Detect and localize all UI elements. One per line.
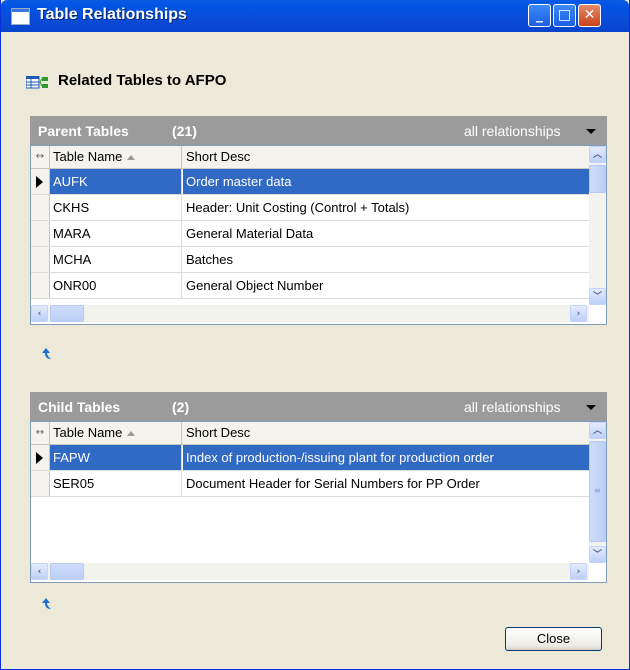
row-selector xyxy=(31,273,50,298)
table-relation-icon xyxy=(26,76,48,89)
scroll-down-button[interactable]: ﹀ xyxy=(589,288,606,305)
scroll-right-button[interactable]: › xyxy=(570,305,587,322)
chevron-left-icon: ‹ xyxy=(37,567,42,577)
chevron-down-icon: ﹀ xyxy=(593,292,603,302)
navigate-up-icon[interactable] xyxy=(38,597,54,611)
cell-table-name: CKHS xyxy=(50,195,182,220)
column-header-short-desc[interactable]: Short Desc xyxy=(183,146,589,168)
scroll-thumb[interactable]: ≡ xyxy=(589,441,606,542)
chevron-left-icon: ‹ xyxy=(37,309,42,319)
cell-short-desc: Order master data xyxy=(183,169,589,194)
parent-relationship-filter[interactable]: all relationships xyxy=(464,123,561,139)
cell-table-name: MARA xyxy=(50,221,182,246)
child-tables-grid: ↔ Table Name Short Desc FAPW Index of pr… xyxy=(30,421,607,583)
resize-columns-icon[interactable]: ↔ xyxy=(31,146,50,168)
child-panel-count: (2) xyxy=(172,399,190,415)
parent-panel-header: Parent Tables (21) all relationships xyxy=(30,116,607,145)
parent-tables-grid: ↔ Table Name Short Desc AUFK Order maste… xyxy=(30,145,607,325)
row-selector xyxy=(31,247,50,272)
row-selector xyxy=(31,195,50,220)
scroll-thumb[interactable] xyxy=(50,305,84,322)
row-selector xyxy=(31,169,50,194)
window-icon xyxy=(11,8,30,25)
column-header-short-desc[interactable]: Short Desc xyxy=(183,422,589,444)
cell-short-desc: Batches xyxy=(186,252,233,267)
cell-table-name: MCHA xyxy=(50,247,182,272)
grip-icon: ≡ xyxy=(594,486,601,495)
column-header-table-name[interactable]: Table Name xyxy=(50,422,182,444)
sort-ascending-icon xyxy=(127,155,136,161)
resize-columns-icon[interactable]: ↔ xyxy=(31,422,50,444)
scroll-thumb[interactable] xyxy=(589,165,606,193)
column-header-table-name[interactable]: Table Name xyxy=(50,146,182,168)
chevron-down-icon[interactable] xyxy=(586,405,596,410)
parent-horizontal-scrollbar[interactable]: ‹ › xyxy=(31,305,589,322)
scroll-down-button[interactable]: ﹀ xyxy=(589,546,606,563)
row-selector xyxy=(31,445,50,470)
scroll-left-button[interactable]: ‹ xyxy=(31,305,48,322)
cell-table-name: SER05 xyxy=(50,471,182,496)
cell-short-desc: Index of production-/issuing plant for p… xyxy=(183,445,589,470)
cell-short-desc: Header: Unit Costing (Control + Totals) xyxy=(186,200,410,215)
table-row[interactable]: CKHS Header: Unit Costing (Control + Tot… xyxy=(31,195,589,221)
cell-table-name: AUFK xyxy=(50,169,182,194)
scroll-thumb[interactable] xyxy=(50,563,84,580)
table-row[interactable]: ONR00 General Object Number xyxy=(31,273,589,299)
title-bar[interactable]: Table Relationships _ □ ✕ xyxy=(1,0,629,32)
table-relationships-window: Table Relationships _ □ ✕ Related Tables… xyxy=(0,0,630,670)
cell-short-desc: Document Header for Serial Numbers for P… xyxy=(186,476,480,491)
chevron-down-icon[interactable] xyxy=(586,129,596,134)
scroll-up-button[interactable]: ︿ xyxy=(589,422,606,439)
cell-table-name: ONR00 xyxy=(50,273,182,298)
child-relationship-filter[interactable]: all relationships xyxy=(464,399,561,415)
current-row-arrow-icon xyxy=(36,452,43,464)
minimize-button[interactable]: _ xyxy=(528,4,551,27)
table-row[interactable]: FAPW Index of production-/issuing plant … xyxy=(31,445,589,471)
maximize-button[interactable]: □ xyxy=(553,4,576,27)
chevron-up-icon: ︿ xyxy=(593,426,603,436)
related-tables-title: Related Tables to AFPO xyxy=(58,72,227,89)
child-vertical-scrollbar[interactable]: ︿ ≡ ﹀ xyxy=(589,422,606,563)
chevron-right-icon: › xyxy=(576,309,581,319)
row-selector xyxy=(31,471,50,496)
table-row[interactable]: MCHA Batches xyxy=(31,247,589,273)
child-panel-header: Child Tables (2) all relationships xyxy=(30,392,607,421)
cell-short-desc: General Object Number xyxy=(186,278,324,293)
child-panel-title: Child Tables xyxy=(38,399,121,415)
table-row[interactable]: SER05 Document Header for Serial Numbers… xyxy=(31,471,589,497)
window-title: Table Relationships xyxy=(37,6,187,23)
navigate-up-icon[interactable] xyxy=(38,347,54,361)
chevron-up-icon: ︿ xyxy=(593,150,603,160)
sort-ascending-icon xyxy=(127,431,136,437)
parent-panel-count: (21) xyxy=(172,123,197,139)
chevron-down-icon: ﹀ xyxy=(593,550,603,560)
chevron-right-icon: › xyxy=(576,567,581,577)
current-row-arrow-icon xyxy=(36,176,43,188)
grid-header: ↔ Table Name Short Desc xyxy=(31,146,589,169)
scroll-up-button[interactable]: ︿ xyxy=(589,146,606,163)
cell-table-name: FAPW xyxy=(50,445,182,470)
close-button[interactable]: Close xyxy=(505,627,602,651)
scroll-right-button[interactable]: › xyxy=(570,563,587,580)
scroll-left-button[interactable]: ‹ xyxy=(31,563,48,580)
table-row[interactable]: AUFK Order master data xyxy=(31,169,589,195)
row-selector xyxy=(31,221,50,246)
grid-header: ↔ Table Name Short Desc xyxy=(31,422,589,445)
table-row[interactable]: MARA General Material Data xyxy=(31,221,589,247)
child-horizontal-scrollbar[interactable]: ‹ › xyxy=(31,563,589,580)
parent-vertical-scrollbar[interactable]: ︿ ﹀ xyxy=(589,146,606,305)
close-window-button[interactable]: ✕ xyxy=(578,4,601,27)
parent-panel-title: Parent Tables xyxy=(38,123,129,139)
cell-short-desc: General Material Data xyxy=(186,226,314,241)
